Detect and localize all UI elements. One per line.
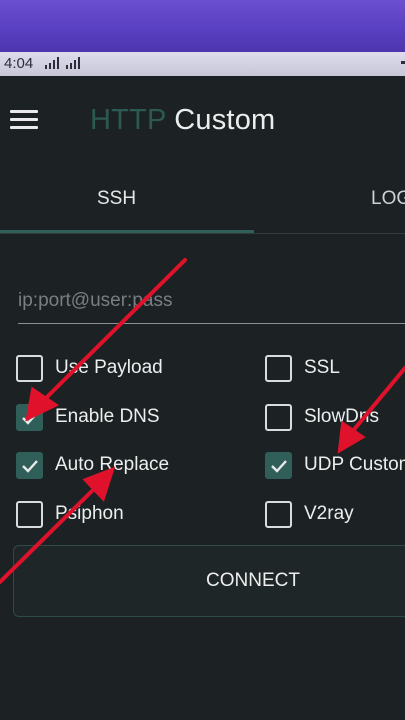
checkbox-label: SlowDns — [304, 406, 379, 427]
checkbox-label: UDP Custom — [304, 454, 405, 475]
check-icon — [271, 459, 287, 473]
checkbox-psiphon[interactable]: Psiphon — [16, 499, 124, 529]
checkbox-box-checked[interactable] — [265, 451, 292, 479]
checkbox-label: Enable DNS — [55, 406, 160, 427]
app-title-custom: Custom — [174, 104, 276, 136]
status-time: 4:04 — [4, 55, 34, 72]
checkbox-box[interactable] — [265, 403, 292, 431]
checkbox-use-payload[interactable]: Use Payload — [16, 353, 163, 383]
checkbox-label: SSL — [304, 357, 340, 378]
checkbox-label: V2ray — [304, 503, 354, 524]
status-bar: 4:04 — [0, 52, 405, 76]
checkbox-label: Psiphon — [55, 503, 124, 524]
checkbox-box[interactable] — [265, 354, 292, 382]
checkbox-auto-replace[interactable]: Auto Replace — [16, 450, 169, 480]
checkbox-box[interactable] — [16, 354, 43, 382]
app-bar: HTTP Custom — [0, 76, 405, 164]
video-background — [0, 0, 405, 52]
checkbox-enable-dns[interactable]: Enable DNS — [16, 402, 160, 432]
checkbox-label: Auto Replace — [55, 454, 170, 475]
server-field[interactable] — [18, 282, 405, 324]
server-input[interactable] — [18, 282, 405, 320]
connect-button[interactable]: CONNECT — [13, 545, 405, 617]
screen: 4:04 HTTP Custom SSH LOG Use Payload Ena… — [0, 0, 405, 720]
tab-bar: SSH LOG — [0, 164, 405, 234]
app-title-http: HTTP — [90, 104, 166, 136]
checkbox-box-checked[interactable] — [16, 451, 43, 479]
checkbox-udp-custom[interactable]: UDP Custom — [265, 450, 405, 480]
active-tab-indicator — [0, 230, 254, 233]
checkbox-label: Use Payload — [55, 357, 163, 378]
signal-icon-2 — [66, 57, 80, 69]
battery-icon — [401, 61, 405, 64]
check-icon — [22, 459, 38, 473]
checkbox-box[interactable] — [265, 500, 292, 528]
menu-icon[interactable] — [10, 110, 38, 130]
tab-log[interactable]: LOG — [371, 188, 405, 210]
checkbox-v2ray[interactable]: V2ray — [265, 499, 354, 529]
check-icon — [22, 411, 38, 425]
app-title: HTTP Custom — [90, 104, 275, 137]
checkbox-box-checked[interactable] — [16, 403, 43, 431]
connect-button-label: CONNECT — [206, 570, 300, 591]
tab-ssh[interactable]: SSH — [97, 188, 136, 210]
checkbox-ssl[interactable]: SSL — [265, 353, 340, 383]
checkbox-slowdns[interactable]: SlowDns — [265, 402, 379, 432]
signal-icon — [45, 57, 59, 69]
checkbox-box[interactable] — [16, 500, 43, 528]
